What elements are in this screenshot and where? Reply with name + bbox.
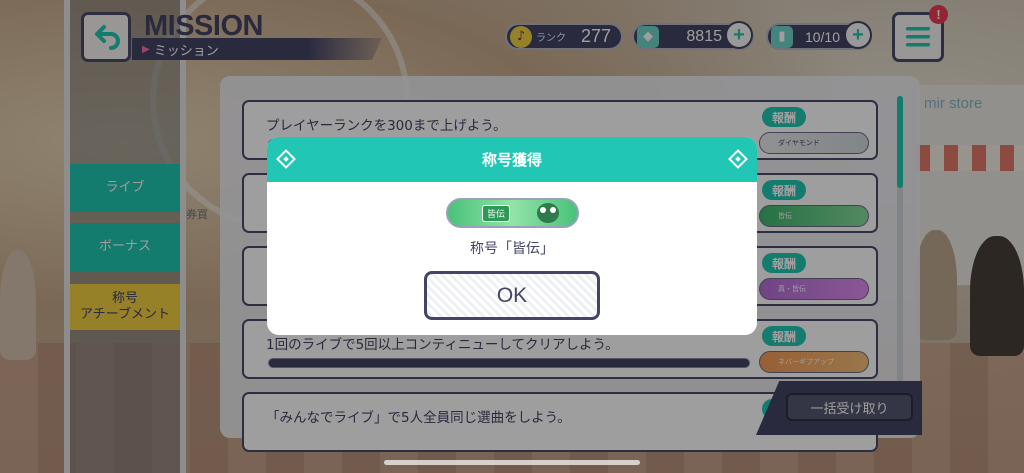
diamond-ornament-icon xyxy=(276,149,296,169)
diamond-ornament-icon xyxy=(728,149,748,169)
badge-label: 皆伝 xyxy=(482,204,511,222)
dialog-title: 称号獲得 xyxy=(481,151,542,169)
dialog-message: 称号「皆伝」 xyxy=(470,241,554,257)
home-indicator[interactable] xyxy=(384,460,640,465)
title-acquired-dialog: 称号獲得 皆伝 称号「皆伝」 OK xyxy=(267,137,757,335)
ok-button[interactable]: OK xyxy=(424,271,600,320)
title-badge: 皆伝 xyxy=(446,198,579,228)
frog-mascot-icon xyxy=(537,203,559,223)
dialog-header: 称号獲得 xyxy=(267,137,757,182)
